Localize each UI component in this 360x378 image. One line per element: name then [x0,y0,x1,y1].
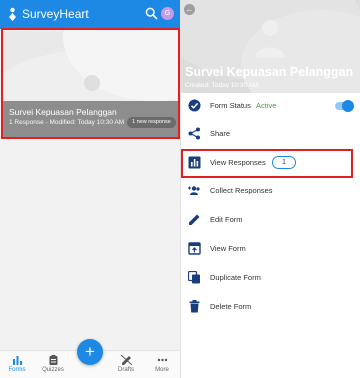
pencil-icon [189,214,200,225]
form-status-value: Active [256,101,277,110]
surveyheart-logo-icon [9,7,16,21]
share-icon [188,127,200,140]
delete-form-row[interactable]: Delete Form [181,294,360,320]
form-status-row: Form Status Active [181,93,360,119]
form-card-meta: 1 Response - Modified: Today 10:30 AM [9,119,125,126]
open-in-window-icon [188,242,201,255]
trash-icon [189,300,200,313]
forms-list-pane: SurveyHeart G Survei Kepuasan Pelanggan … [0,0,180,378]
check-badge-icon [188,99,201,112]
collect-responses-label: Collect Responses [210,186,273,195]
edit-form-label: Edit Form [210,215,243,224]
drafts-icon [120,355,132,365]
nav-drafts-label: Drafts [117,367,134,373]
search-icon[interactable] [145,7,158,20]
collect-responses-row[interactable]: Collect Responses [181,178,360,204]
view-form-label: View Form [210,244,246,253]
response-count-pill: 1 [272,156,296,169]
toggle-knob [342,100,354,112]
forms-icon [12,356,22,365]
view-responses-label: View Responses [210,158,266,167]
nav-more-label: More [155,367,169,373]
create-form-fab[interactable]: + [77,339,103,365]
nav-forms-label: Forms [8,367,26,373]
view-form-row[interactable]: View Form [181,236,360,262]
nav-quizzes-label: Quizzes [42,367,64,373]
nav-quizzes[interactable]: Quizzes [38,355,68,373]
nav-forms[interactable]: Forms [2,355,32,373]
duplicate-form-row[interactable]: Duplicate Form [181,265,360,291]
group-add-icon [188,186,200,195]
form-status-label: Form Status [210,101,251,110]
share-row[interactable]: Share [181,121,360,147]
share-label: Share [210,129,231,138]
bar-chart-icon [188,156,201,169]
form-detail-pane: ← Survei Kepuasan Pelanggan Created: Tod… [181,0,360,378]
form-card[interactable]: Survei Kepuasan Pelanggan 1 Response - M… [3,31,178,137]
form-created-date: Created: Today 10:30 AM [185,82,259,89]
back-arrow-icon[interactable]: ← [184,4,195,15]
avatar[interactable]: G [161,7,174,20]
nav-drafts[interactable]: Drafts [111,355,141,373]
more-icon [157,358,167,362]
form-card-title: Survei Kepuasan Pelanggan [9,107,117,117]
form-status-toggle[interactable] [335,100,354,112]
form-detail-header: ← Survei Kepuasan Pelanggan Created: Tod… [181,0,360,93]
edit-form-row[interactable]: Edit Form [181,207,360,233]
view-responses-row[interactable]: View Responses 1 [181,150,360,176]
clipboard-icon [49,355,57,365]
screen: SurveyHeart G Survei Kepuasan Pelanggan … [0,0,360,378]
nav-more[interactable]: More [147,355,177,373]
app-title: SurveyHeart [22,7,89,21]
delete-form-label: Delete Form [210,302,252,311]
duplicate-form-label: Duplicate Form [210,273,261,282]
new-response-badge: 1 new response [127,117,176,128]
app-bar: SurveyHeart G [0,0,180,29]
copy-icon [188,271,200,284]
form-title: Survei Kepuasan Pelanggan [185,65,354,79]
person-placeholder-icon [255,20,285,58]
